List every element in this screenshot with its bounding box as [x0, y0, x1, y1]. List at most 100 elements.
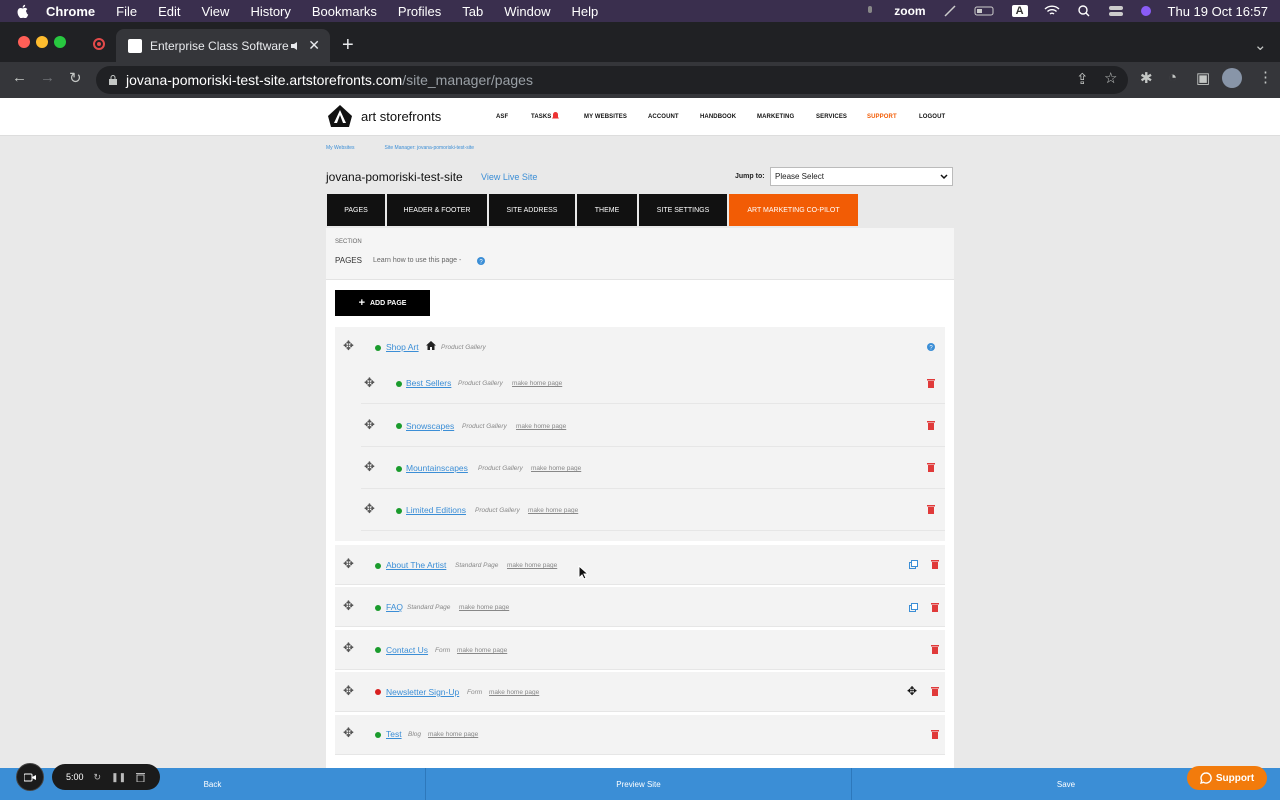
trash-icon[interactable]: [927, 420, 935, 430]
minimize-window-icon[interactable]: [36, 36, 48, 48]
menu-file[interactable]: File: [116, 4, 137, 19]
nav-account[interactable]: ACCOUNT: [648, 114, 679, 120]
breadcrumb-my-websites[interactable]: My Websites: [326, 145, 355, 151]
preview-site-button[interactable]: Preview Site: [426, 768, 852, 800]
support-chat-button[interactable]: Support: [1187, 766, 1267, 790]
nav-tasks[interactable]: TASKS: [531, 114, 551, 120]
jump-to-select[interactable]: Please Select: [770, 167, 953, 186]
tab-header-footer[interactable]: HEADER & FOOTER: [387, 194, 487, 226]
nav-asf[interactable]: ASF: [496, 114, 508, 120]
zoom-status[interactable]: zoom: [894, 4, 925, 18]
trash-icon[interactable]: [931, 644, 939, 654]
page-link-contact-us[interactable]: Contact Us: [386, 645, 428, 655]
page-link-newsletter-sign-up[interactable]: Newsletter Sign-Up: [386, 687, 459, 697]
close-window-icon[interactable]: [18, 36, 30, 48]
microphone-icon[interactable]: [862, 5, 878, 17]
trash-icon[interactable]: [927, 462, 935, 472]
menu-tab[interactable]: Tab: [462, 4, 483, 19]
menu-window[interactable]: Window: [504, 4, 550, 19]
make-home-page-link[interactable]: make home page: [457, 647, 507, 654]
camera-toggle[interactable]: [16, 763, 44, 791]
tab-site-address[interactable]: SITE ADDRESS: [489, 194, 575, 226]
make-home-page-link[interactable]: make home page: [428, 731, 478, 738]
menu-app-name[interactable]: Chrome: [46, 4, 95, 19]
drag-handle-icon[interactable]: ✥: [343, 556, 354, 572]
help-link[interactable]: Learn how to use this page -: [373, 257, 461, 264]
view-live-site-link[interactable]: View Live Site: [481, 172, 537, 182]
address-bar[interactable]: jovana-pomoriski-test-site.artstorefront…: [96, 66, 1128, 94]
nav-services[interactable]: SERVICES: [816, 114, 847, 120]
drag-handle-icon[interactable]: ✥: [343, 725, 354, 741]
apple-icon[interactable]: [16, 4, 30, 18]
pen-icon[interactable]: [942, 5, 958, 17]
make-home-page-link[interactable]: make home page: [459, 604, 509, 611]
forward-arrow-icon[interactable]: →: [40, 69, 55, 86]
copy-icon[interactable]: [909, 560, 918, 569]
wifi-icon[interactable]: [1044, 5, 1060, 17]
site-logo[interactable]: art storefronts: [327, 104, 441, 128]
restart-icon[interactable]: ↻: [94, 772, 102, 783]
drag-handle-icon[interactable]: ✥: [343, 338, 354, 354]
make-home-page-link[interactable]: make home page: [531, 465, 581, 472]
page-link-test[interactable]: Test: [386, 729, 402, 739]
new-tab-icon[interactable]: +: [342, 34, 354, 57]
page-link-mountainscapes[interactable]: Mountainscapes: [406, 463, 468, 473]
siri-icon[interactable]: [1140, 5, 1152, 17]
make-home-page-link[interactable]: make home page: [528, 507, 578, 514]
delete-recording-icon[interactable]: [136, 772, 146, 782]
tab-search-chevron-icon[interactable]: ⌄: [1254, 36, 1267, 54]
browser-tab-active[interactable]: Enterprise Class Software ✕: [116, 29, 330, 62]
close-tab-icon[interactable]: ✕: [308, 37, 320, 54]
control-center-icon[interactable]: [1108, 5, 1124, 17]
drag-handle-icon[interactable]: ✥: [343, 598, 354, 614]
trash-icon[interactable]: [931, 602, 939, 612]
recording-icon[interactable]: [93, 38, 105, 50]
profile-avatar[interactable]: [1222, 68, 1242, 88]
trash-icon[interactable]: [927, 504, 935, 514]
search-icon[interactable]: [1076, 5, 1092, 17]
trash-icon[interactable]: [931, 559, 939, 569]
drag-handle-icon[interactable]: ✥: [364, 417, 375, 433]
help-icon[interactable]: ?: [927, 343, 935, 351]
clock[interactable]: Thu 19 Oct 16:57: [1168, 4, 1268, 19]
menu-history[interactable]: History: [250, 4, 290, 19]
extension-icon[interactable]: ◔: [1168, 69, 1177, 86]
nav-marketing[interactable]: MARKETING: [757, 114, 794, 120]
page-link-snowscapes[interactable]: Snowscapes: [406, 421, 454, 431]
menu-view[interactable]: View: [201, 4, 229, 19]
maximize-window-icon[interactable]: [54, 36, 66, 48]
drag-handle-icon[interactable]: ✥: [343, 683, 354, 699]
nav-handbook[interactable]: HANDBOOK: [700, 114, 736, 120]
keyboard-input-badge[interactable]: A: [1011, 5, 1028, 17]
page-link-shop-art[interactable]: Shop Art: [386, 342, 419, 352]
pause-icon[interactable]: ❚❚: [111, 772, 126, 783]
share-icon[interactable]: ⇪: [1076, 70, 1089, 88]
page-link-faq[interactable]: FAQ: [386, 602, 403, 612]
page-link-limited-editions[interactable]: Limited Editions: [406, 505, 466, 515]
trash-icon[interactable]: [927, 378, 935, 388]
make-home-page-link[interactable]: make home page: [516, 423, 566, 430]
tab-pages[interactable]: PAGES: [327, 194, 385, 226]
page-link-about-the-artist[interactable]: About The Artist: [386, 560, 446, 570]
extensions-puzzle-icon[interactable]: ✱: [1140, 69, 1153, 87]
drag-handle-icon[interactable]: ✥: [364, 375, 375, 391]
menu-help[interactable]: Help: [572, 4, 599, 19]
make-home-page-link[interactable]: make home page: [489, 689, 539, 696]
nav-support[interactable]: SUPPORT: [867, 114, 897, 120]
tab-site-settings[interactable]: SITE SETTINGS: [639, 194, 727, 226]
more-menu-icon[interactable]: ⋮: [1258, 68, 1273, 86]
battery-icon[interactable]: [974, 5, 996, 17]
drag-handle-icon[interactable]: ✥: [364, 459, 375, 475]
page-link-best-sellers[interactable]: Best Sellers: [406, 378, 451, 388]
drag-handle-icon[interactable]: ✥: [343, 640, 354, 656]
side-panel-icon[interactable]: ▣: [1196, 69, 1210, 87]
trash-icon[interactable]: [931, 729, 939, 739]
menu-profiles[interactable]: Profiles: [398, 4, 441, 19]
drag-handle-icon[interactable]: ✥: [364, 501, 375, 517]
tab-theme[interactable]: THEME: [577, 194, 637, 226]
speaker-icon[interactable]: [290, 41, 302, 51]
nav-logout[interactable]: LOGOUT: [919, 114, 945, 120]
menu-bookmarks[interactable]: Bookmarks: [312, 4, 377, 19]
breadcrumb-site-manager[interactable]: Site Manager: jovana-pomoriski-test-site: [385, 145, 474, 151]
menu-edit[interactable]: Edit: [158, 4, 180, 19]
